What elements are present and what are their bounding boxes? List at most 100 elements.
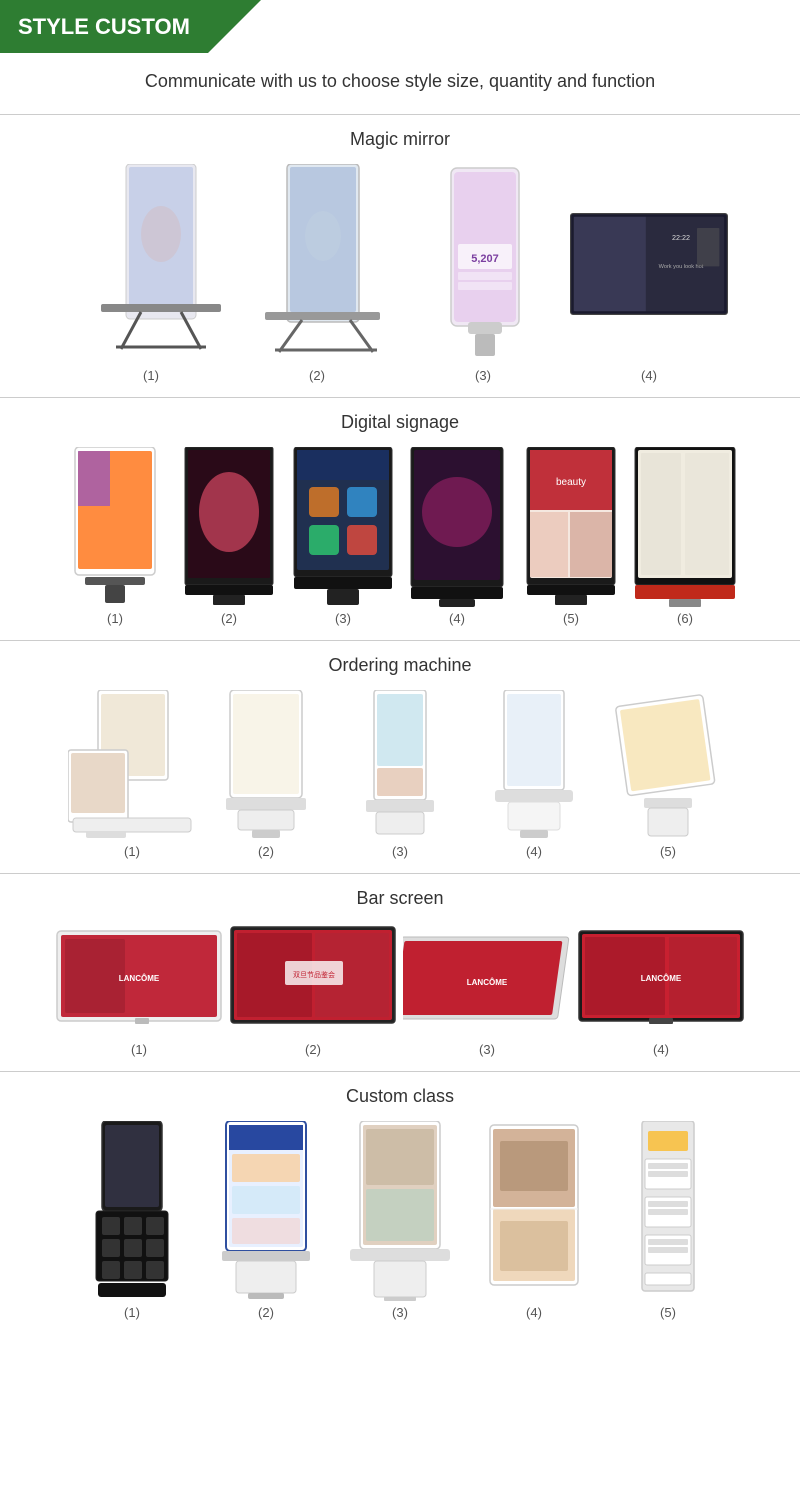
list-item[interactable]: (1) <box>71 164 231 383</box>
list-item[interactable]: 22:22 Work you look hot (4) <box>569 164 729 383</box>
list-item[interactable]: (2) <box>202 690 330 859</box>
product-label: (4) <box>641 368 657 383</box>
section-ordering-machine: Ordering machine (1) (2) <box>0 640 800 869</box>
product-label: (5) <box>660 1305 676 1320</box>
product-image <box>403 447 511 607</box>
list-item[interactable]: (2) <box>237 164 397 383</box>
product-grid-custom-class: (1) (2) <box>10 1121 790 1320</box>
product-label: (6) <box>677 611 693 626</box>
section-magic-mirror: Magic mirror (1) (2) <box>0 114 800 393</box>
svg-text:LANCÔME: LANCÔME <box>467 978 508 987</box>
list-item[interactable]: (2) <box>175 447 283 626</box>
product-image <box>202 690 330 840</box>
product-label: (3) <box>392 1305 408 1320</box>
section-title-custom-class: Custom class <box>10 1086 790 1107</box>
product-grid-ordering-machine: (1) (2) (3) <box>10 690 790 859</box>
product-image <box>175 447 283 607</box>
product-label: (5) <box>660 844 676 859</box>
product-grid-magic-mirror: (1) (2) 5,207 (3) <box>10 164 790 383</box>
product-label: (3) <box>475 368 491 383</box>
product-label: (2) <box>258 844 274 859</box>
product-image: 22:22 Work you look hot <box>569 164 729 364</box>
list-item[interactable]: (1) <box>68 1121 196 1320</box>
product-image <box>68 1121 196 1301</box>
product-image <box>336 1121 464 1301</box>
list-item[interactable]: (4) <box>470 690 598 859</box>
product-image <box>470 690 598 840</box>
product-label: (1) <box>124 844 140 859</box>
product-label: (5) <box>563 611 579 626</box>
section-title-ordering-machine: Ordering machine <box>10 655 790 676</box>
svg-text:22:22: 22:22 <box>672 233 690 242</box>
svg-text:LANCÔME: LANCÔME <box>641 974 682 983</box>
product-image: LANCÔME <box>577 923 745 1038</box>
section-bar-screen: Bar screen LANCÔME (1) 双旦节品鉴会 (2) <box>0 873 800 1067</box>
product-label: (2) <box>305 1042 321 1057</box>
product-grid-digital-signage: (1) (2) (3) <box>10 447 790 626</box>
section-title-bar-screen: Bar screen <box>10 888 790 909</box>
list-item[interactable]: (3) <box>336 690 464 859</box>
product-image <box>631 447 739 607</box>
product-image <box>289 447 397 607</box>
list-item[interactable]: (3) <box>336 1121 464 1320</box>
list-item[interactable]: (1) <box>68 690 196 859</box>
section-title-digital-signage: Digital signage <box>10 412 790 433</box>
product-label: (1) <box>143 368 159 383</box>
list-item[interactable]: 双旦节品鉴会 (2) <box>229 923 397 1057</box>
product-image <box>604 690 732 840</box>
svg-text:5,207: 5,207 <box>471 253 499 265</box>
section-title-magic-mirror: Magic mirror <box>10 129 790 150</box>
product-image <box>604 1121 732 1301</box>
section-digital-signage: Digital signage (1) (2) <box>0 397 800 636</box>
list-item[interactable]: (6) <box>631 447 739 626</box>
product-label: (4) <box>449 611 465 626</box>
product-image: 5,207 <box>403 164 563 364</box>
product-image <box>336 690 464 840</box>
list-item[interactable]: (5) <box>604 1121 732 1320</box>
product-image: LANCÔME <box>403 923 571 1038</box>
product-grid-bar-screen: LANCÔME (1) 双旦节品鉴会 (2) LANCÔME (3) <box>10 923 790 1057</box>
product-label: (2) <box>258 1305 274 1320</box>
list-item[interactable]: (1) <box>61 447 169 626</box>
page-subtitle: Communicate with us to choose style size… <box>0 71 800 92</box>
page-header: STYLE CUSTOM <box>0 0 800 53</box>
product-image <box>68 690 196 840</box>
header-badge-text: STYLE CUSTOM <box>18 14 190 40</box>
product-label: (1) <box>107 611 123 626</box>
product-label: (3) <box>392 844 408 859</box>
product-image: beauty <box>517 447 625 607</box>
list-item[interactable]: (5) <box>604 690 732 859</box>
sections-container: Magic mirror (1) (2) <box>0 114 800 1330</box>
section-custom-class: Custom class (1) <box>0 1071 800 1330</box>
product-label: (4) <box>653 1042 669 1057</box>
product-label: (3) <box>335 611 351 626</box>
list-item[interactable]: (2) <box>202 1121 330 1320</box>
product-image <box>237 164 397 364</box>
product-label: (3) <box>479 1042 495 1057</box>
list-item[interactable]: (4) <box>470 1121 598 1320</box>
header-badge: STYLE CUSTOM <box>0 0 208 53</box>
product-image <box>470 1121 598 1301</box>
list-item[interactable]: (3) <box>289 447 397 626</box>
product-label: (1) <box>131 1042 147 1057</box>
product-label: (2) <box>221 611 237 626</box>
product-label: (4) <box>526 1305 542 1320</box>
svg-text:beauty: beauty <box>556 477 586 488</box>
list-item[interactable]: LANCÔME (4) <box>577 923 745 1057</box>
header-triangle-decoration <box>208 0 261 53</box>
list-item[interactable]: LANCÔME (3) <box>403 923 571 1057</box>
product-image <box>61 447 169 607</box>
product-image <box>202 1121 330 1301</box>
list-item[interactable]: LANCÔME (1) <box>55 923 223 1057</box>
product-label: (2) <box>309 368 325 383</box>
list-item[interactable]: (4) <box>403 447 511 626</box>
product-label: (4) <box>526 844 542 859</box>
list-item[interactable]: 5,207 (3) <box>403 164 563 383</box>
product-image: 双旦节品鉴会 <box>229 923 397 1038</box>
product-image <box>71 164 231 364</box>
product-image: LANCÔME <box>55 923 223 1038</box>
product-label: (1) <box>124 1305 140 1320</box>
svg-text:LANCÔME: LANCÔME <box>119 974 160 983</box>
svg-text:双旦节品鉴会: 双旦节品鉴会 <box>293 970 335 979</box>
list-item[interactable]: beauty (5) <box>517 447 625 626</box>
